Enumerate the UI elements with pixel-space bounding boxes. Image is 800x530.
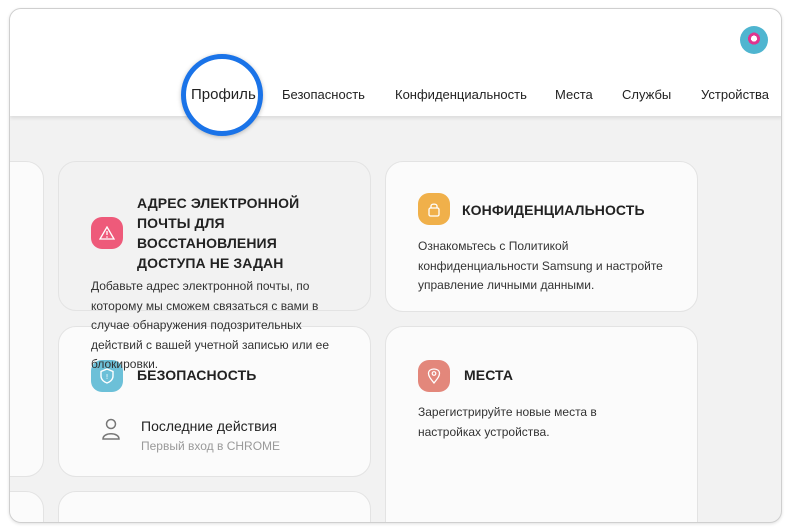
- location-pin-icon: [418, 360, 450, 392]
- recovery-title: АДРЕС ЭЛЕКТРОННОЙ ПОЧТЫ ДЛЯ ВОССТАНОВЛЕН…: [137, 195, 300, 271]
- recent-activity-title[interactable]: Последние действия: [141, 418, 277, 434]
- card-bottom-partial: [58, 491, 371, 522]
- warning-icon: [91, 217, 123, 249]
- places-text: Зарегистрируйте новые места в настройках…: [418, 405, 597, 439]
- card-left-partial: [10, 161, 44, 477]
- places-card[interactable]: МЕСТА Зарегистрируйте новые места в наст…: [385, 326, 698, 522]
- recovery-card[interactable]: АДРЕС ЭЛЕКТРОННОЙ ПОЧТЫ ДЛЯ ВОССТАНОВЛЕН…: [58, 161, 371, 371]
- avatar[interactable]: [740, 26, 768, 54]
- tab-profile[interactable]: Профиль: [191, 81, 256, 109]
- lock-icon: [418, 193, 450, 225]
- places-title: МЕСТА: [464, 367, 514, 383]
- highlight-ring: Профиль: [181, 54, 263, 136]
- tab-places[interactable]: Места: [555, 81, 593, 109]
- privacy-card[interactable]: КОНФИДЕНЦИАЛЬНОСТЬ Ознакомьтесь с Полити…: [385, 161, 698, 312]
- recovery-text: Добавьте адрес электронной почты, по кот…: [91, 279, 329, 371]
- privacy-title: КОНФИДЕНЦИАЛЬНОСТЬ: [462, 202, 645, 218]
- account-header: Безопасность Конфиденциальность Места Сл…: [10, 9, 781, 116]
- tab-bar: Безопасность Конфиденциальность Места Сл…: [10, 81, 781, 109]
- person-icon: [101, 417, 121, 446]
- tab-devices[interactable]: Устройства: [701, 81, 769, 109]
- privacy-text: Ознакомьтесь с Политикой конфиденциально…: [418, 239, 663, 292]
- tab-services[interactable]: Службы: [622, 81, 671, 109]
- recent-activity-subtitle: Первый вход в CHROME: [141, 439, 281, 453]
- tab-security[interactable]: Безопасность: [282, 81, 365, 109]
- browser-frame: Безопасность Конфиденциальность Места Сл…: [9, 8, 782, 523]
- tab-privacy[interactable]: Конфиденциальность: [395, 81, 527, 109]
- card-left-bottom-partial: [10, 491, 44, 522]
